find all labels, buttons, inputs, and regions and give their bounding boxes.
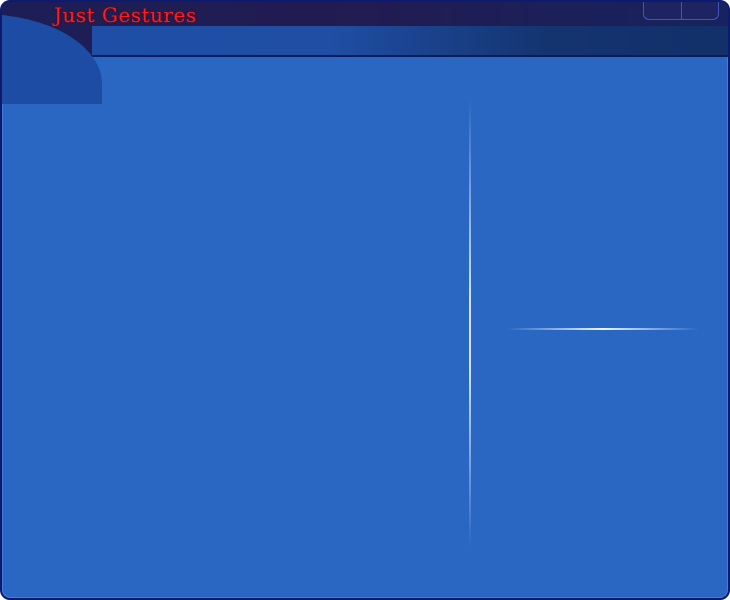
window-title: Just Gestures [54,3,197,27]
title-bar[interactable]: Just Gestures [2,2,728,104]
horizontal-divider [507,328,699,330]
window-controls [643,2,719,20]
close-button[interactable] [680,2,719,19]
vertical-divider [469,98,471,548]
app-window: Just Gestures [0,0,730,600]
minimize-button[interactable] [644,2,681,19]
